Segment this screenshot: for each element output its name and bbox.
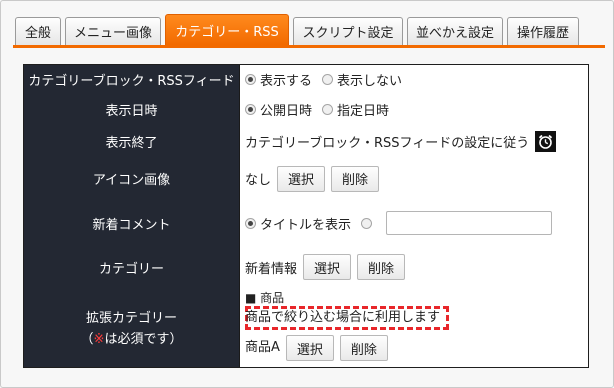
settings-window: 全般 メニュー画像 カテゴリー・RSS スクリプト設定 並べかえ設定 操作履歴 …	[0, 0, 614, 388]
row-header: カテゴリーブロック・RSSフィード	[24, 65, 240, 94]
row-display-date: 表示日時 公開日時 指定日時	[24, 94, 588, 126]
row-value: カテゴリーブロック・RSSフィードの設定に従う	[240, 125, 588, 158]
extended-category-select-button[interactable]: 選択	[285, 335, 334, 361]
extended-category-value: 商品A	[245, 339, 280, 355]
tab-menu-image[interactable]: メニュー画像	[65, 17, 161, 45]
icon-image-delete-button[interactable]: 削除	[331, 165, 380, 192]
row-value: タイトルを表示	[240, 199, 588, 247]
row-extended-category: 拡張カテゴリー （※は必須です） ■ 商品 商品で絞り込む場合に利用します 商品…	[24, 287, 588, 367]
radio-label: 表示しない	[337, 74, 403, 89]
radio-button[interactable]	[322, 74, 334, 85]
row-category-block: カテゴリーブロック・RSSフィード 表示する 表示しない	[24, 65, 588, 95]
row-value: 新着情報 選択 削除	[240, 247, 588, 287]
row-label: 拡張カテゴリー	[85, 311, 177, 326]
row-header: 表示日時	[24, 94, 240, 125]
tab-operation-history[interactable]: 操作履歴	[507, 17, 579, 45]
group-name: ■ 商品	[245, 291, 285, 305]
radio-hide[interactable]: 表示しない	[322, 70, 402, 89]
row-value: なし 選択 削除	[240, 158, 588, 199]
radio-button[interactable]	[322, 104, 334, 115]
row-new-comment: 新着コメント タイトルを表示	[24, 199, 588, 248]
required-open: （	[80, 332, 94, 347]
row-value: ■ 商品 商品で絞り込む場合に利用します 商品A 選択 削除	[240, 287, 588, 367]
row-header: 拡張カテゴリー （※は必須です）	[24, 287, 240, 367]
radio-publish-date[interactable]: 公開日時	[245, 100, 312, 119]
note-text: 商品で絞り込む場合に利用します	[245, 310, 441, 325]
radio-specified-date[interactable]: 指定日時	[322, 100, 389, 119]
row-header: 新着コメント	[24, 199, 240, 247]
required-text: は必須です）	[104, 332, 183, 347]
row-label: 表示日時	[105, 104, 158, 119]
row-value: 表示する 表示しない	[240, 65, 588, 94]
tab-underline	[13, 45, 605, 48]
radio-show[interactable]: 表示する	[245, 70, 312, 89]
row-label: アイコン画像	[92, 173, 171, 188]
row-header: カテゴリー	[24, 247, 240, 287]
radio-button[interactable]	[245, 104, 256, 115]
row-icon-image: アイコン画像 なし 選択 削除	[24, 158, 588, 200]
row-label: 表示終了	[105, 136, 158, 151]
required-mark: ※	[93, 332, 105, 347]
radio-button[interactable]	[245, 74, 256, 85]
extended-category-delete-button[interactable]: 削除	[339, 335, 388, 361]
extended-category-controls: 商品A 選択 削除	[245, 330, 588, 361]
tab-sort-settings[interactable]: 並べかえ設定	[407, 17, 503, 45]
note-wrapper: 商品で絞り込む場合に利用します	[245, 306, 588, 330]
category-delete-button[interactable]: 削除	[357, 254, 406, 280]
required-note: （※は必須です）	[81, 328, 183, 347]
radio-label: 指定日時	[337, 104, 390, 119]
row-value: 公開日時 指定日時	[240, 94, 588, 125]
settings-table: カテゴリーブロック・RSSフィード 表示する 表示しない 表示日時 公開日時 指…	[23, 64, 589, 368]
icon-image-select-button[interactable]: 選択	[277, 165, 326, 192]
display-end-text: カテゴリーブロック・RSSフィードの設定に従う	[245, 136, 530, 151]
tab-script-settings[interactable]: スクリプト設定	[293, 17, 403, 45]
alarm-clock-icon[interactable]	[535, 131, 557, 152]
row-label: カテゴリー	[98, 261, 164, 277]
row-display-end: 表示終了 カテゴリーブロック・RSSフィードの設定に従う	[24, 125, 588, 159]
row-label: 新着コメント	[92, 217, 171, 233]
radio-show-title[interactable]: タイトルを表示	[245, 214, 351, 233]
row-header: アイコン画像	[24, 158, 240, 199]
row-label: カテゴリーブロック・RSSフィード	[28, 74, 235, 89]
row-header: 表示終了	[24, 125, 240, 158]
category-select-button[interactable]: 選択	[303, 254, 352, 280]
tab-bar: 全般 メニュー画像 カテゴリー・RSS スクリプト設定 並べかえ設定 操作履歴	[15, 14, 613, 45]
row-category: カテゴリー 新着情報 選択 削除	[24, 247, 588, 288]
radio-label: タイトルを表示	[260, 217, 352, 233]
radio-custom-text[interactable]	[361, 217, 373, 229]
radio-button[interactable]	[245, 217, 256, 229]
radio-label: 公開日時	[260, 104, 313, 119]
tab-category-rss[interactable]: カテゴリー・RSS	[165, 14, 289, 45]
tab-general[interactable]: 全般	[15, 17, 61, 45]
icon-image-value: なし	[245, 173, 272, 188]
radio-label: 表示する	[260, 74, 313, 89]
comment-text-input[interactable]	[386, 211, 553, 235]
category-value: 新着情報	[245, 261, 298, 277]
